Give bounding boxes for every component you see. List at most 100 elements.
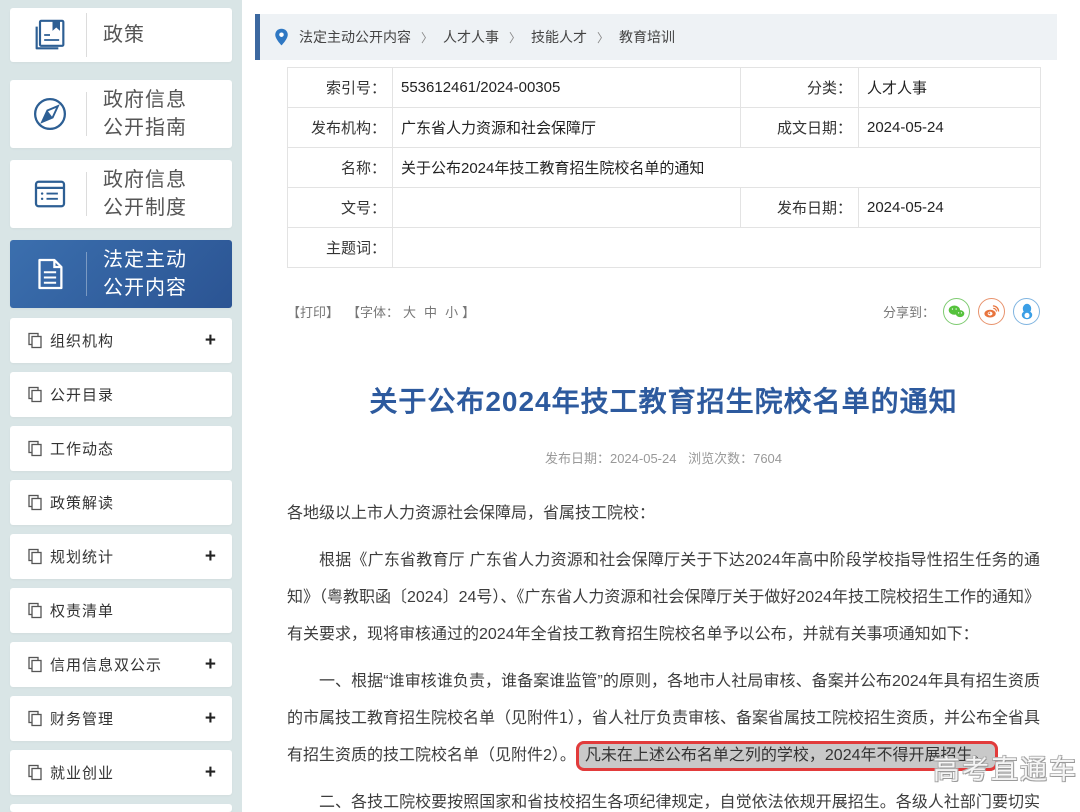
pages-icon [27,386,43,403]
sidebar-subitem-credit-info[interactable]: 信用信息双公示 + [10,642,232,687]
book-icon [28,15,72,55]
font-size-label: 【字体： 大中小】 [347,302,475,321]
written-date-value: 2024-05-24 [859,108,1041,148]
sidebar-subitem-financial-management[interactable]: 财务管理 + [10,696,232,741]
name-value: 关于公布2024年技工教育招生院校名单的通知 [393,148,1041,188]
view-count: 浏览次数：7604 [688,451,782,466]
pub-date-value: 2024-05-24 [859,188,1041,228]
sidebar-subitem-planning-statistics[interactable]: 规划统计 + [10,534,232,579]
share-qq-button[interactable] [1013,298,1040,325]
font-size-small-button[interactable]: 小 [445,305,458,320]
breadcrumb-item-statutory[interactable]: 法定主动公开内容 [299,27,411,47]
index-value: 553612461/2024-00305 [393,68,741,108]
divider [86,92,87,136]
highlighted-sentence: 凡未在上述公布名单之列的学校，2024年不得开展招生。 [576,741,998,771]
expand-plus-icon[interactable]: + [205,654,216,676]
agency-value: 广东省人力资源和社会保障厅 [393,108,741,148]
expand-plus-icon[interactable]: + [205,546,216,568]
breadcrumb: 法定主动公开内容 〉 人才人事 〉 技能人才 〉 教育培训 [255,14,1057,60]
sidebar-subitem-organization[interactable]: 组织机构 + [10,318,232,363]
sidebar-subitem-label: 权责清单 [50,600,114,621]
table-row: 主题词： [288,228,1041,268]
compass-icon [28,93,72,135]
sidebar-subitem-policy-interpretation[interactable]: 政策解读 [10,480,232,525]
index-label: 索引号： [288,68,393,108]
sidebar-item-gov-info-guide[interactable]: 政府信息公开指南 [10,80,232,148]
sidebar-item-label: 政策 [103,21,145,49]
pages-icon [27,764,43,781]
sidebar-subitem-label: 信用信息双公示 [50,654,162,675]
table-row: 索引号： 553612461/2024-00305 分类： 人才人事 [288,68,1041,108]
pub-date-label: 发布日期： [741,188,859,228]
weibo-icon [983,304,1000,319]
category-label: 分类： [741,68,859,108]
doc-no-label: 文号： [288,188,393,228]
sidebar-subitem-work-news[interactable]: 工作动态 [10,426,232,471]
sidebar-subitem-responsibility-list[interactable]: 权责清单 [10,588,232,633]
doc-no-value [393,188,741,228]
pages-icon [27,548,43,565]
divider [86,13,87,57]
sidebar-subitem-label: 公开目录 [50,384,114,405]
document-icon [28,253,72,295]
sidebar-subitem-label: 规划统计 [50,546,114,567]
table-row: 发布机构： 广东省人力资源和社会保障厅 成文日期： 2024-05-24 [288,108,1041,148]
sidebar-subitem-partial [10,804,232,812]
pages-icon [27,440,43,457]
pages-icon [27,710,43,727]
table-row: 名称： 关于公布2024年技工教育招生院校名单的通知 [288,148,1041,188]
pages-icon [27,332,43,349]
print-button[interactable]: 【打印】 [287,302,339,321]
written-date-label: 成文日期： [741,108,859,148]
article-body: 各地级以上市人力资源社会保障局，省属技工院校： 根据《广东省教育厅 广东省人力资… [287,495,1040,812]
sidebar-subitem-label: 组织机构 [50,330,114,351]
item-one-paragraph: 一、根据“谁审核谁负责，谁备案谁监管”的原则，各地市人社局审核、备案并公布202… [287,663,1040,774]
sidebar-item-label: 政府信息公开指南 [103,86,199,142]
document-meta-table: 索引号： 553612461/2024-00305 分类： 人才人事 发布机构：… [287,67,1041,268]
wechat-icon [948,304,965,319]
article-meta: 发布日期：2024-05-24 浏览次数：7604 [287,448,1040,467]
article-title: 关于公布2024年技工教育招生院校名单的通知 [287,380,1040,420]
share-weibo-button[interactable] [978,298,1005,325]
share-wechat-button[interactable] [943,298,970,325]
share-bar: 分享到： [883,298,1040,325]
pages-icon [27,656,43,673]
expand-plus-icon[interactable]: + [205,708,216,730]
divider [86,172,87,216]
font-suffix: 】 [462,305,475,320]
salutation-paragraph: 各地级以上市人力资源社会保障局，省属技工院校： [287,495,1040,532]
keywords-value [393,228,1041,268]
sidebar-item-policy[interactable]: 政策 [10,8,232,62]
font-prefix: 【字体： [347,305,399,320]
publish-date: 发布日期：2024-05-24 [545,451,677,466]
sidebar-subitem-public-catalog[interactable]: 公开目录 [10,372,232,417]
qq-icon [1020,303,1034,320]
sidebar-item-gov-info-system[interactable]: 政府信息公开制度 [10,160,232,228]
breadcrumb-separator: 〉 [509,29,521,46]
table-row: 文号： 发布日期： 2024-05-24 [288,188,1041,228]
sidebar-item-label: 法定主动公开内容 [103,246,199,302]
breadcrumb-item-education[interactable]: 教育培训 [619,27,675,47]
location-pin-icon [274,28,289,47]
agency-label: 发布机构： [288,108,393,148]
divider [86,252,87,296]
sidebar: 政策 政府信息公开指南 政府信息公开制度 [10,8,232,812]
sidebar-item-statutory-disclosure[interactable]: 法定主动公开内容 [10,240,232,308]
sidebar-item-label: 政府信息公开制度 [103,166,199,222]
pages-icon [27,602,43,619]
expand-plus-icon[interactable]: + [205,330,216,352]
breadcrumb-item-skilled[interactable]: 技能人才 [531,27,587,47]
rules-list-icon [28,173,72,215]
font-size-medium-button[interactable]: 中 [424,305,437,320]
expand-plus-icon[interactable]: + [205,762,216,784]
sidebar-subitem-label: 财务管理 [50,708,114,729]
sidebar-subitem-label: 工作动态 [50,438,114,459]
sidebar-subitem-employment[interactable]: 就业创业 + [10,750,232,795]
pages-icon [27,494,43,511]
item-two-paragraph: 二、各技工院校要按照国家和省技校招生各项纪律规定，自觉依法依规开展招生。各级人社… [287,784,1040,812]
breadcrumb-item-talent[interactable]: 人才人事 [443,27,499,47]
name-label: 名称： [288,148,393,188]
font-size-large-button[interactable]: 大 [403,305,416,320]
category-value: 人才人事 [859,68,1041,108]
share-label: 分享到： [883,302,935,321]
